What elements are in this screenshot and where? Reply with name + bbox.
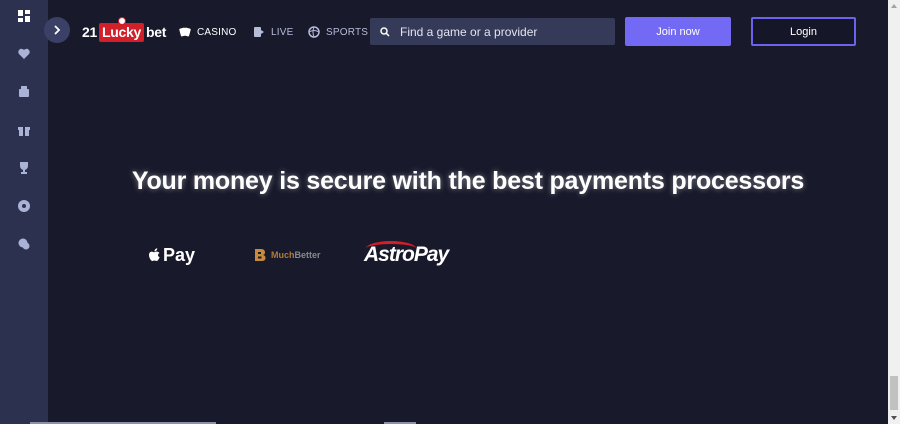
scrollbar[interactable] bbox=[888, 0, 900, 424]
nav-live-label: LIVE bbox=[271, 26, 294, 38]
logo-lucky: Lucky bbox=[98, 16, 144, 42]
heart-icon[interactable] bbox=[16, 46, 32, 62]
nav-sports-label: SPORTS bbox=[326, 26, 369, 38]
nav-live[interactable]: LIVE bbox=[253, 25, 293, 39]
chevron-right-icon bbox=[54, 25, 61, 35]
apple-pay-logo: Pay bbox=[148, 240, 195, 270]
apple-pay-text: Pay bbox=[163, 244, 196, 265]
nav-casino[interactable]: CASINO bbox=[179, 25, 237, 39]
cashier-icon[interactable] bbox=[16, 84, 32, 100]
muchbetter-better: Better bbox=[294, 250, 321, 260]
sidebar bbox=[0, 0, 48, 424]
astropay-swoosh bbox=[366, 241, 416, 256]
astropay-logo: AstroPay bbox=[364, 240, 449, 270]
search-icon bbox=[380, 26, 390, 37]
scroll-down-icon bbox=[891, 416, 897, 420]
muchbetter-b-icon bbox=[255, 249, 266, 261]
live-icon bbox=[254, 27, 264, 37]
chat-icon[interactable] bbox=[16, 236, 32, 252]
security-headline: Your money is secure with the best payme… bbox=[131, 167, 805, 195]
login-button[interactable]: Login bbox=[751, 17, 856, 46]
scroll-up-arrow[interactable] bbox=[888, 0, 900, 12]
ball-icon bbox=[308, 26, 320, 38]
apple-icon bbox=[149, 248, 160, 261]
brand-logo[interactable]: 21 Lucky bet bbox=[82, 16, 167, 43]
nav-sports[interactable]: SPORTS bbox=[308, 25, 368, 39]
wheel-icon[interactable] bbox=[16, 198, 32, 214]
join-now-button[interactable]: Join now bbox=[625, 17, 731, 46]
scroll-thumb[interactable] bbox=[890, 376, 898, 410]
logo-bet: bet bbox=[145, 24, 167, 40]
muchbetter-much: Much bbox=[271, 250, 295, 260]
gift-icon[interactable] bbox=[16, 122, 32, 138]
scroll-down-arrow[interactable] bbox=[888, 412, 900, 424]
trophy-icon[interactable] bbox=[16, 160, 32, 176]
search-input[interactable] bbox=[398, 23, 602, 40]
dashboard-icon[interactable] bbox=[0, 0, 48, 36]
muchbetter-logo: Much Better bbox=[253, 240, 321, 270]
logo-number: 21 bbox=[82, 24, 97, 40]
sidebar-expand-button[interactable] bbox=[44, 17, 70, 43]
scroll-up-icon bbox=[891, 4, 897, 8]
search-bar[interactable] bbox=[370, 18, 615, 45]
cards-icon bbox=[179, 27, 191, 37]
nav-casino-label: CASINO bbox=[197, 26, 237, 38]
